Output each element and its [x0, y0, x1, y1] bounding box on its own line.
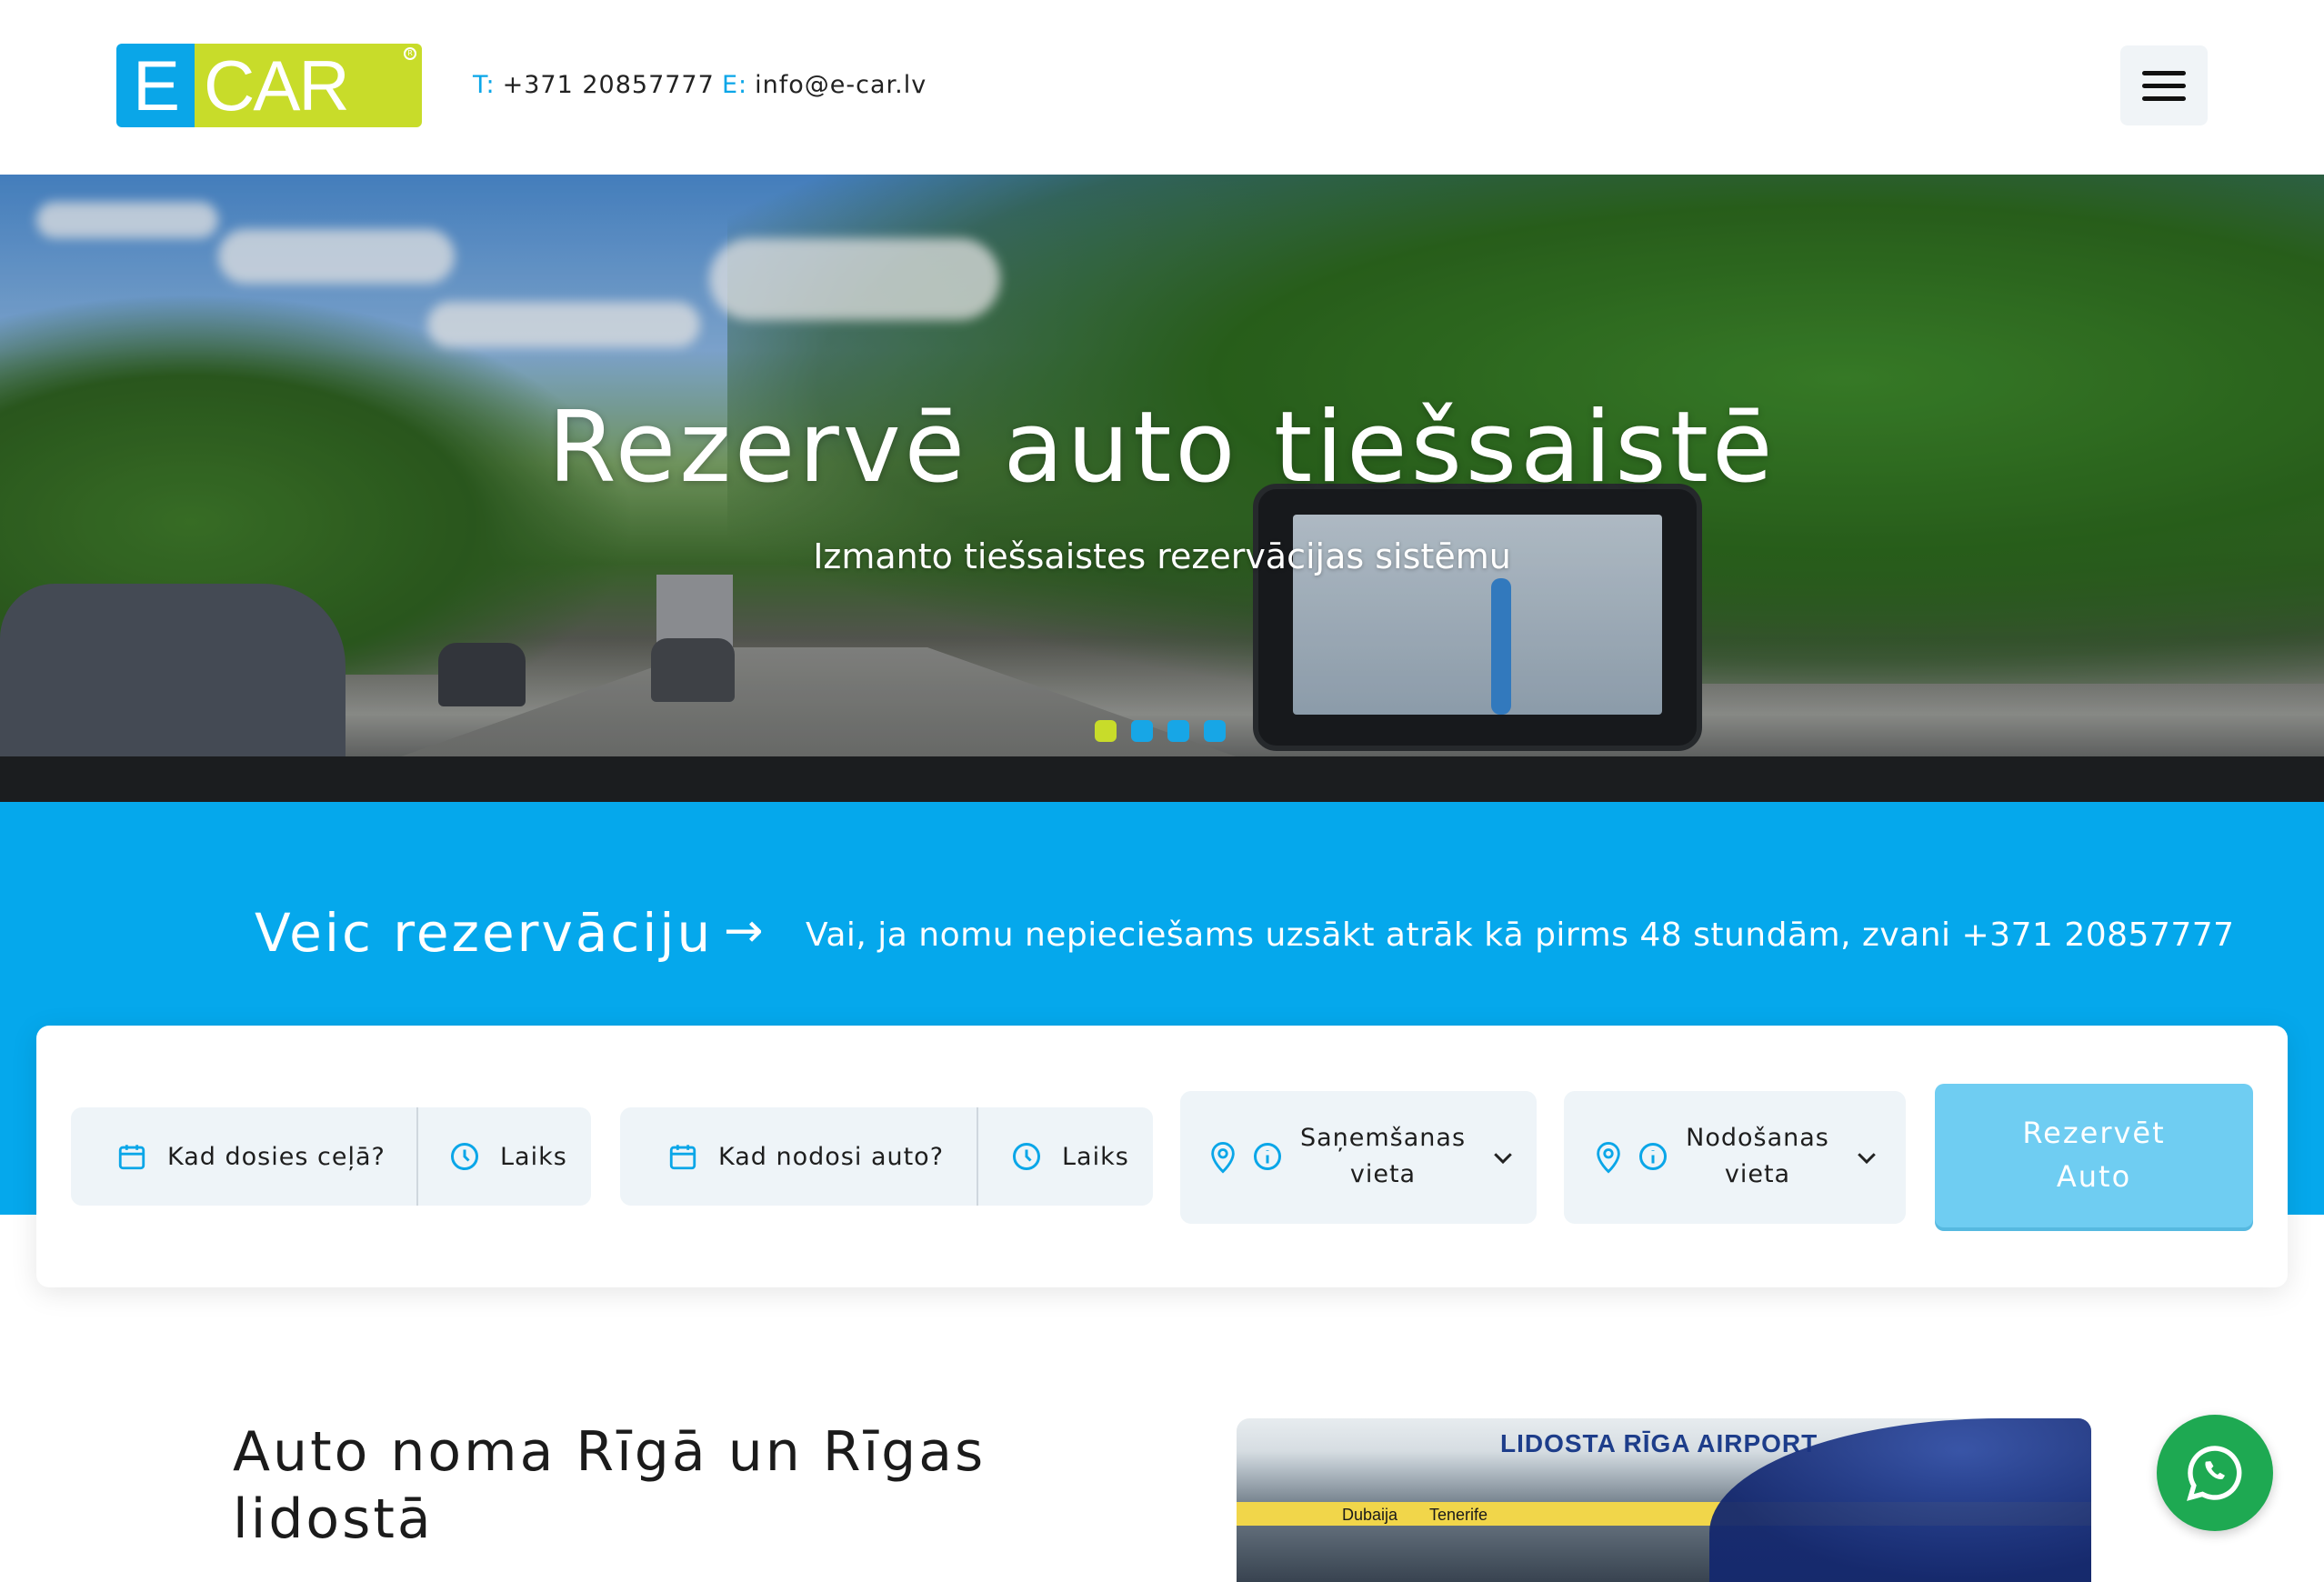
- hero-subtitle: Izmanto tiešsaistes rezervācijas sistēmu: [813, 536, 1511, 576]
- header-phone[interactable]: T: +371 20857777: [473, 71, 715, 99]
- hamburger-menu-icon[interactable]: [2120, 45, 2208, 125]
- pickup-location-line1: Saņemšanas: [1299, 1124, 1467, 1152]
- map-pin-icon: [1593, 1140, 1624, 1178]
- airport-destination: Tenerife: [1429, 1506, 1488, 1524]
- slider-dot-4[interactable]: [1204, 720, 1226, 742]
- registered-mark-icon: R: [404, 47, 416, 60]
- menu-line: [2142, 95, 2186, 101]
- info-icon[interactable]: [1251, 1140, 1284, 1176]
- pickup-location-label: Saņemšanas vieta: [1287, 1120, 1478, 1193]
- header-email[interactable]: E: info@e-car.lv: [722, 71, 927, 99]
- info-icon[interactable]: [1637, 1140, 1669, 1176]
- slider-dot-1[interactable]: [1095, 720, 1117, 742]
- return-date-field[interactable]: Kad nodosi auto?: [666, 1107, 944, 1206]
- return-location-label: Nodošanas vieta: [1671, 1120, 1844, 1193]
- return-time-field[interactable]: Laiks: [1009, 1107, 1129, 1206]
- airport-sign-text: LIDOSTA RĪGA AIRPORT: [1500, 1429, 1818, 1457]
- reservation-title: Veic rezervāciju: [255, 902, 714, 964]
- calendar-icon: [115, 1139, 149, 1174]
- reserve-button-line2: Auto: [2056, 1159, 2132, 1194]
- slider-dot-3[interactable]: [1167, 720, 1189, 742]
- logo-car: CAR: [195, 44, 422, 127]
- hero-slider: Rezervē auto tiešsaistē Izmanto tiešsais…: [0, 175, 2324, 802]
- logo-e: E: [116, 44, 195, 127]
- whatsapp-icon[interactable]: [2157, 1415, 2273, 1531]
- ecar-logo[interactable]: E CAR R: [116, 44, 422, 127]
- slider-dot-2[interactable]: [1131, 720, 1153, 742]
- return-location-select[interactable]: Nodošanas vieta: [1564, 1091, 1906, 1224]
- return-time-label: Laiks: [1062, 1142, 1129, 1171]
- email-address: info@e-car.lv: [755, 71, 927, 99]
- pickup-date-label: Kad dosies ceļā?: [167, 1142, 386, 1171]
- menu-line: [2142, 83, 2186, 88]
- pickup-date-field[interactable]: Kad dosies ceļā?: [115, 1107, 386, 1206]
- pickup-time-label: Laiks: [500, 1142, 567, 1171]
- return-location-line2: vieta: [1724, 1160, 1791, 1188]
- airport-image: LIDOSTA RĪGA AIRPORT Dubaija Tenerife: [1237, 1418, 2091, 1582]
- return-location-line1: Nodošanas: [1686, 1124, 1829, 1152]
- map-pin-icon: [1207, 1140, 1238, 1178]
- menu-line: [2142, 70, 2186, 75]
- arrow-right-icon: →: [724, 904, 764, 958]
- phone-key: T:: [473, 71, 496, 99]
- pickup-date-time-group: Kad dosies ceļā? Laiks: [71, 1107, 591, 1206]
- reservation-note: Vai, ja nomu nepieciešams uzsākt atrāk k…: [806, 916, 2235, 954]
- email-key: E:: [722, 71, 748, 99]
- clock-icon: [447, 1139, 482, 1174]
- field-divider: [416, 1107, 418, 1206]
- airport-destination: Dubaija: [1342, 1506, 1398, 1524]
- return-date-label: Kad nodosi auto?: [718, 1142, 945, 1171]
- pickup-location-select[interactable]: Saņemšanas vieta: [1180, 1091, 1537, 1224]
- pickup-location-line2: vieta: [1349, 1160, 1417, 1188]
- chevron-down-icon: [1489, 1144, 1517, 1175]
- phone-number: +371 20857777: [502, 71, 715, 99]
- reserve-car-button[interactable]: Rezervēt Auto: [1935, 1084, 2253, 1227]
- field-divider: [977, 1107, 978, 1206]
- clock-icon: [1009, 1139, 1044, 1174]
- site-header: E CAR R T: +371 20857777 E: info@e-car.lv: [0, 0, 2324, 175]
- hero-title: Rezervē auto tiešsaistē: [547, 391, 1777, 505]
- return-date-time-group: Kad nodosi auto? Laiks: [620, 1107, 1153, 1206]
- pickup-time-field[interactable]: Laiks: [447, 1107, 567, 1206]
- chevron-down-icon: [1853, 1144, 1880, 1175]
- section-title: Auto noma Rīgā un Rīgas lidostā: [233, 1420, 987, 1551]
- reserve-button-line1: Rezervēt: [2022, 1116, 2166, 1150]
- calendar-icon: [666, 1139, 700, 1174]
- slider-dots: [1095, 720, 1226, 742]
